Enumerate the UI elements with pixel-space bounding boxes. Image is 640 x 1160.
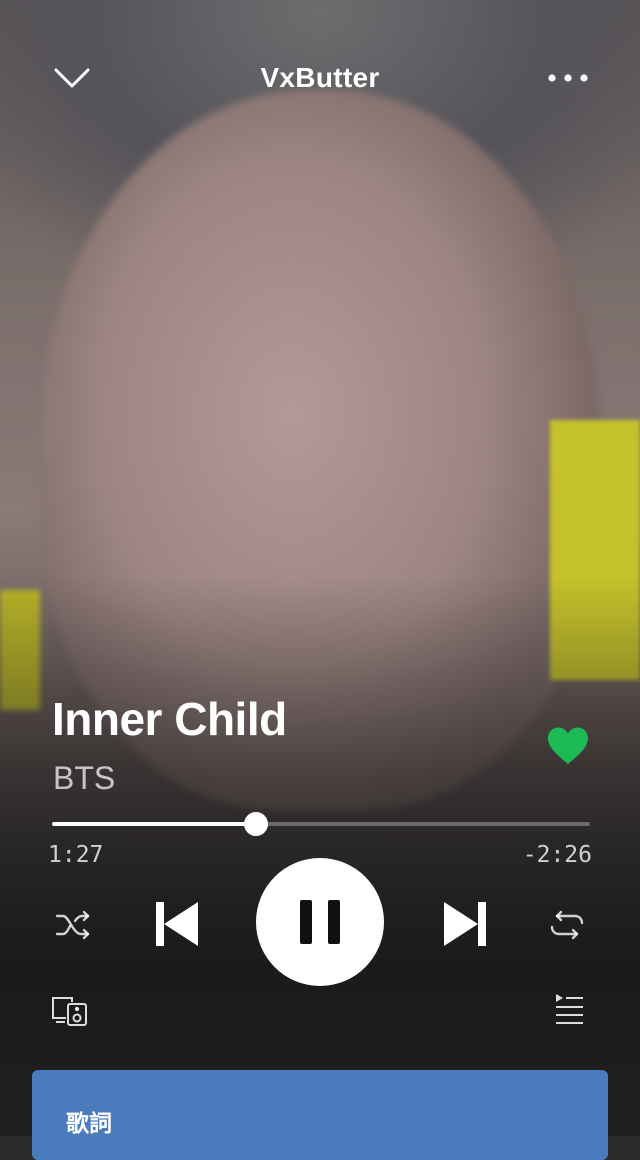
skip-next-icon[interactable]: [436, 894, 496, 954]
elapsed-time: 1:27: [48, 842, 104, 868]
skip-previous-icon[interactable]: [146, 894, 206, 954]
progress-fill: [52, 822, 257, 826]
lyrics-card[interactable]: 歌詞: [32, 1070, 608, 1160]
progress-bar[interactable]: [52, 812, 590, 836]
heart-icon[interactable]: [540, 722, 596, 770]
pause-icon: [300, 900, 340, 944]
pause-button[interactable]: [256, 858, 384, 986]
lyrics-label: 歌詞: [66, 1111, 112, 1137]
devices-icon[interactable]: [48, 990, 90, 1030]
track-artist[interactable]: BTS: [53, 760, 115, 797]
shuffle-icon[interactable]: [50, 902, 96, 948]
queue-icon[interactable]: [550, 990, 588, 1026]
track-title: Inner Child: [52, 693, 287, 745]
remaining-time: -2:26: [522, 842, 592, 868]
more-dots-icon[interactable]: [540, 54, 596, 102]
top-bar: VxButter: [0, 50, 640, 108]
repeat-icon[interactable]: [544, 902, 590, 948]
